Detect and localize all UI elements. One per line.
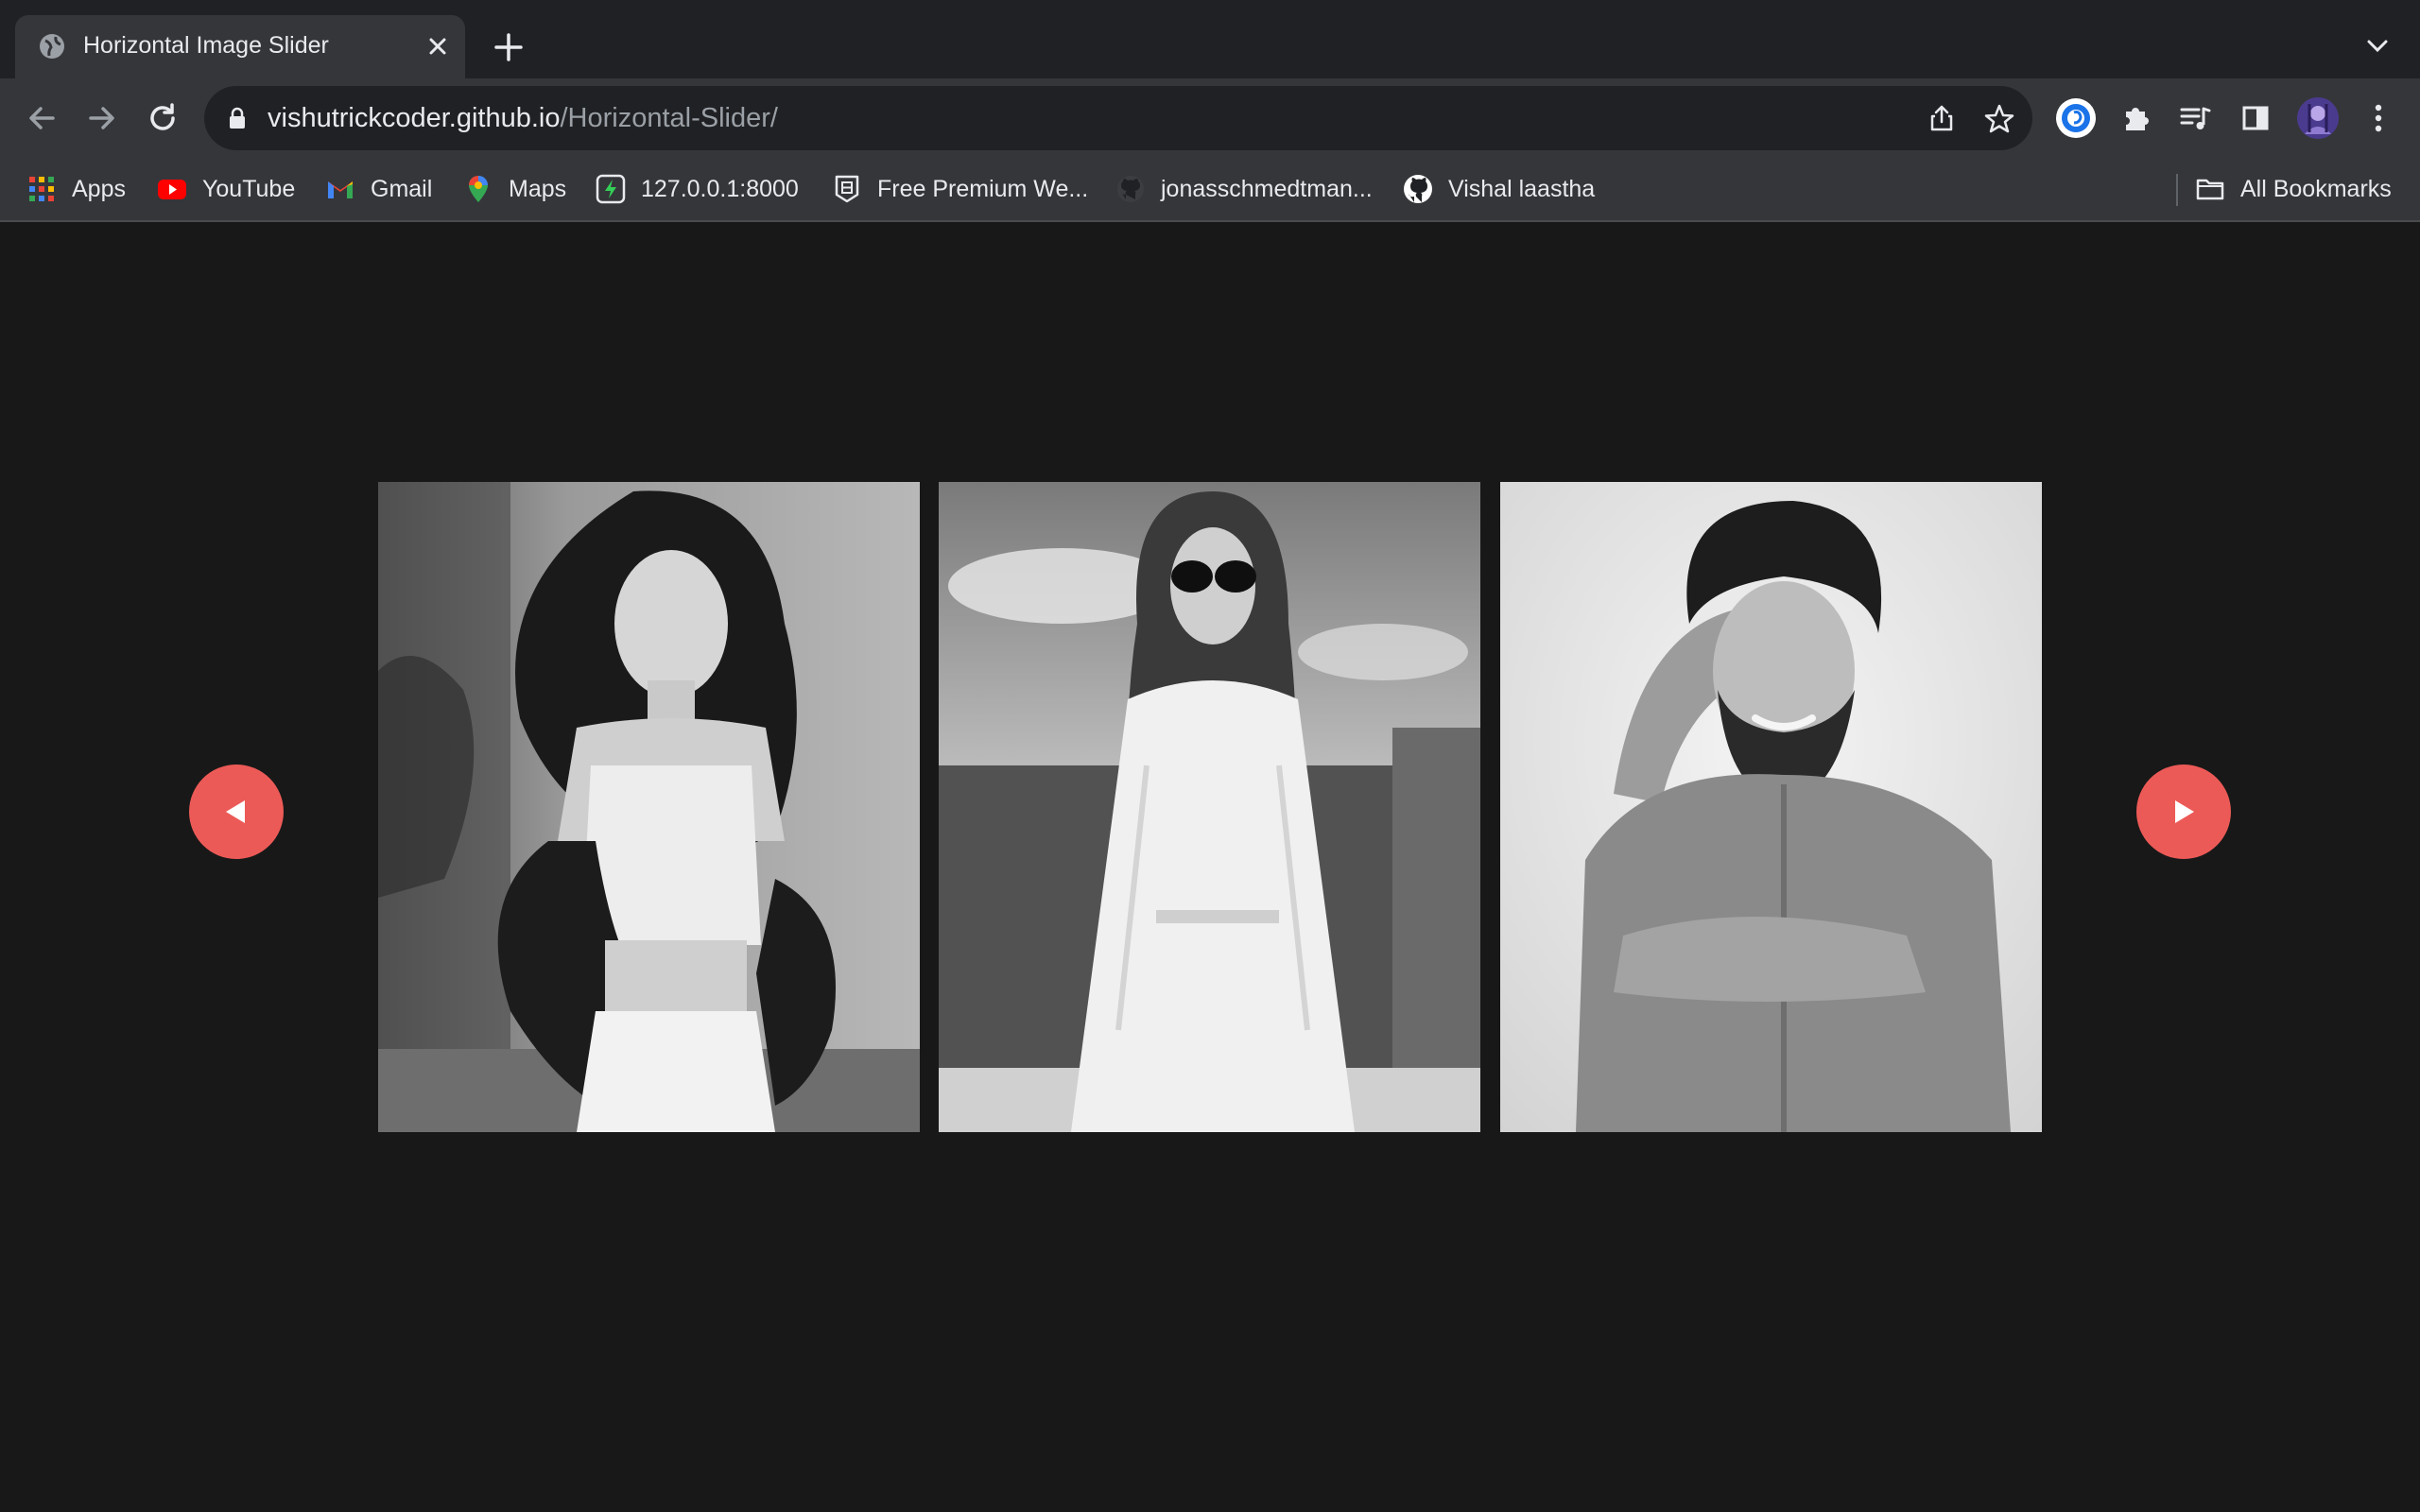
active-tab[interactable]: Horizontal Image Slider: [15, 15, 465, 78]
extension-button[interactable]: [2055, 97, 2097, 139]
address-bar[interactable]: vishutrickcoder.github.io/Horizontal-Sli…: [204, 86, 2032, 150]
bookmark-jonas[interactable]: jonasschmedtman...: [1115, 172, 1373, 206]
bookmarks-bar: Apps YouTube Gmail Maps 127.0.0.1:8000 F…: [0, 159, 2420, 222]
bookmark-label: Gmail: [371, 175, 433, 202]
extension-circle-icon: [2056, 98, 2096, 138]
plus-icon[interactable]: [493, 32, 524, 62]
bookmark-maps[interactable]: Maps: [463, 172, 566, 206]
tab-strip: Horizontal Image Slider: [0, 0, 2420, 78]
bearded-man-photo: [1500, 482, 2042, 1132]
extensions-button[interactable]: [2118, 99, 2155, 137]
apps-grid-icon: [29, 177, 54, 201]
bookmark-label: Vishal laastha: [1448, 175, 1596, 202]
triangle-right-icon: [2175, 800, 2194, 823]
bookmark-localhost[interactable]: 127.0.0.1:8000: [596, 172, 799, 206]
maps-pin-icon: [469, 176, 488, 202]
gmail-icon: [328, 181, 353, 198]
bookmark-vishal[interactable]: Vishal laastha: [1403, 172, 1595, 206]
bookmarks-divider: [2176, 174, 2178, 206]
forward-button[interactable]: [83, 99, 121, 137]
media-queue-icon: [2180, 107, 2211, 129]
side-panel-button[interactable]: [2237, 99, 2274, 137]
url-text: vishutrickcoder.github.io/Horizontal-Sli…: [268, 103, 778, 134]
next-button[interactable]: [2136, 765, 2231, 859]
folder-icon: [2196, 179, 2224, 200]
github-icon: [1404, 175, 1432, 203]
woman-in-sunglasses-photo: [939, 482, 1480, 1132]
share-icon[interactable]: [1927, 103, 1957, 133]
slide-1[interactable]: [378, 482, 920, 1132]
slide-2[interactable]: [939, 482, 1480, 1132]
reload-button[interactable]: [144, 99, 182, 137]
arrow-right-icon: [89, 107, 114, 129]
bookmark-label: jonasschmedtman...: [1161, 175, 1373, 202]
globe-icon: [40, 34, 64, 59]
url-host: vishutrickcoder.github.io: [268, 103, 561, 133]
all-bookmarks-label: All Bookmarks: [2240, 175, 2392, 202]
reload-icon: [150, 103, 175, 130]
puzzle-icon: [2126, 108, 2149, 130]
tab-title: Horizontal Image Slider: [83, 32, 329, 59]
bookmark-gmail[interactable]: Gmail: [325, 172, 432, 206]
all-bookmarks[interactable]: All Bookmarks: [2195, 172, 2392, 206]
avatar: [2297, 97, 2339, 139]
triangle-left-icon: [226, 800, 245, 823]
bookmark-label: 127.0.0.1:8000: [641, 175, 799, 202]
back-button[interactable]: [23, 99, 60, 137]
badge-icon: [835, 175, 859, 203]
bookmark-label: Apps: [72, 175, 126, 202]
media-button[interactable]: [2176, 99, 2214, 137]
side-panel-icon: [2242, 106, 2269, 130]
profile-button[interactable]: [2295, 95, 2341, 141]
slide-3[interactable]: [1500, 482, 2042, 1132]
lightning-icon: [596, 174, 626, 204]
page-content: [0, 222, 2420, 1512]
bookmark-youtube[interactable]: YouTube: [157, 172, 295, 206]
youtube-icon: [158, 180, 186, 199]
bookmark-apps[interactable]: Apps: [26, 172, 126, 206]
bookmark-label: Maps: [509, 175, 567, 202]
browser-toolbar: vishutrickcoder.github.io/Horizontal-Sli…: [0, 78, 2420, 159]
menu-button[interactable]: [2360, 99, 2397, 137]
prev-button[interactable]: [189, 765, 284, 859]
github-icon: [1117, 176, 1144, 202]
bookmark-free-premium[interactable]: Free Premium We...: [832, 172, 1088, 206]
url-path: /Horizontal-Slider/: [560, 103, 778, 133]
bookmark-label: YouTube: [202, 175, 296, 202]
lock-icon[interactable]: [227, 107, 248, 129]
arrow-left-icon: [29, 107, 55, 129]
chevron-down-icon[interactable]: [2363, 34, 2392, 59]
star-icon[interactable]: [1983, 103, 2015, 135]
close-icon[interactable]: [424, 32, 452, 60]
woman-with-curly-hair-photo: [378, 482, 920, 1132]
bookmark-label: Free Premium We...: [877, 175, 1089, 202]
more-vert-icon: [2375, 104, 2382, 132]
